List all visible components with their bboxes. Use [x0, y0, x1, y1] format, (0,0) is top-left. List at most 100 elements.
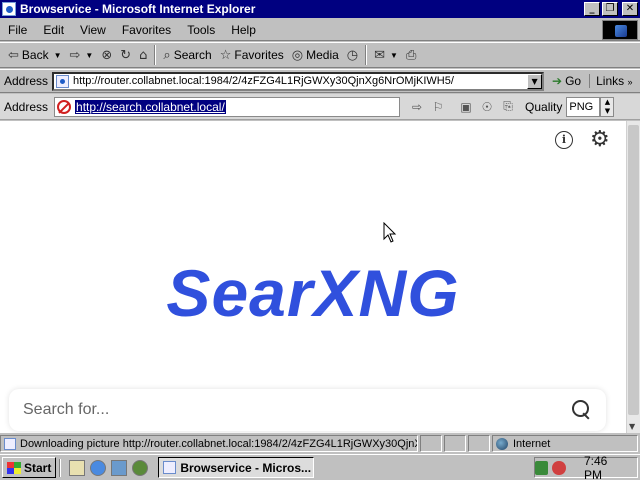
globe-icon	[496, 437, 508, 450]
navigate-go-button[interactable]: ⇨	[408, 98, 426, 116]
mail-icon: ✉	[374, 47, 386, 63]
menu-edit[interactable]: Edit	[35, 23, 72, 37]
title-bar: Browservice - Microsoft Internet Explore…	[0, 0, 640, 18]
back-label: Back	[21, 48, 49, 62]
ie-page-icon	[163, 461, 177, 474]
find-button[interactable]: ☉	[478, 98, 496, 116]
menu-view[interactable]: View	[72, 23, 114, 37]
start-label: Start	[24, 460, 52, 475]
clock[interactable]: 7:46 PM	[584, 454, 627, 480]
bookmark-button[interactable]: ⚐	[429, 98, 447, 116]
go-label: Go	[565, 74, 582, 88]
status-panel	[444, 435, 466, 452]
toolbar-separator	[365, 45, 368, 65]
outlook-quicklaunch-icon[interactable]	[111, 459, 128, 476]
gear-icon[interactable]: ⚙	[590, 129, 610, 151]
address-label: Address	[4, 74, 49, 88]
page-viewport[interactable]: i ⚙ SearXNG Search for...	[0, 121, 626, 433]
page-icon	[4, 437, 16, 450]
history-button[interactable]: ◷	[343, 44, 362, 66]
clipboard-button[interactable]: ⎘	[499, 98, 517, 116]
home-icon: ⌂	[139, 47, 148, 63]
mouse-cursor-icon	[383, 222, 397, 243]
search-input[interactable]: Search for...	[9, 389, 606, 431]
inner-address-input[interactable]: http://search.collabnet.local/	[54, 96, 401, 117]
status-panel	[468, 435, 490, 452]
media-button[interactable]: ◎ Media	[288, 44, 343, 66]
address-url: http://router.collabnet.local:1984/2/4zF…	[73, 75, 454, 87]
media-label: Media	[306, 48, 339, 62]
mail-button[interactable]: ✉ ▼	[370, 44, 402, 66]
print-icon: ⎙	[405, 47, 417, 63]
forward-button[interactable]: ⇨ ▼	[66, 44, 98, 66]
stop-button[interactable]: ⊗	[97, 44, 116, 66]
taskbar: Start Browservice - Micros... 7:46 PM	[0, 454, 640, 480]
quality-select[interactable]: PNG	[566, 96, 601, 117]
media-icon: ◎	[291, 47, 304, 63]
search-button[interactable]: ⌕ Search	[159, 44, 215, 66]
history-icon: ◷	[346, 47, 359, 63]
favorites-icon: ☆	[219, 47, 232, 63]
taskbar-window-button[interactable]: Browservice - Micros...	[158, 457, 315, 478]
address-input[interactable]: http://router.collabnet.local:1984/2/4zF…	[52, 71, 545, 91]
magnifier-icon[interactable]	[572, 400, 592, 420]
address-bar: Address http://router.collabnet.local:19…	[0, 69, 640, 93]
search-icon: ⌕	[163, 47, 171, 63]
menu-bar: File Edit View Favorites Tools Help	[0, 19, 640, 41]
taskbar-separator	[59, 458, 62, 477]
refresh-button[interactable]: ↻	[116, 44, 135, 66]
media-quicklaunch-icon[interactable]	[132, 459, 149, 476]
go-arrow-icon: ➔	[552, 74, 563, 88]
chevron-down-icon[interactable]: ▼	[85, 51, 93, 60]
insecure-icon	[57, 99, 72, 114]
menu-help[interactable]: Help	[223, 23, 264, 37]
status-bar: Downloading picture http://router.collab…	[0, 434, 640, 453]
print-button[interactable]: ⎙	[402, 44, 420, 66]
menu-favorites[interactable]: Favorites	[114, 23, 179, 37]
taskbar-window-label: Browservice - Micros...	[180, 460, 312, 475]
fullscreen-button[interactable]: ▣	[457, 98, 475, 116]
home-button[interactable]: ⌂	[135, 44, 151, 66]
address-dropdown-button[interactable]: ▼	[527, 73, 543, 89]
network-icon[interactable]	[534, 460, 549, 475]
quality-label: Quality	[525, 99, 563, 114]
chevron-down-icon[interactable]: ▼	[54, 51, 62, 60]
show-desktop-icon[interactable]	[69, 459, 86, 476]
restore-button[interactable]: ❐	[602, 2, 618, 16]
toolbar-separator	[154, 45, 157, 65]
start-button[interactable]: Start	[2, 457, 57, 478]
volume-icon[interactable]	[552, 460, 566, 475]
status-panel	[420, 435, 442, 452]
back-icon: ⇦	[8, 47, 19, 63]
ie-page-icon[interactable]	[2, 2, 16, 16]
ie-quicklaunch-icon[interactable]	[90, 459, 107, 476]
scrollbar-thumb[interactable]	[628, 125, 639, 415]
standard-toolbar: ⇦ Back ▼ ⇨ ▼ ⊗ ↻ ⌂ ⌕ Search ☆ Favorites …	[0, 42, 640, 68]
back-button[interactable]: ⇦ Back ▼	[4, 44, 66, 66]
favorites-label: Favorites	[234, 48, 284, 62]
chevron-down-icon[interactable]: ▼	[390, 51, 398, 60]
windows-flag-icon	[7, 461, 21, 474]
zone-label: Internet	[513, 437, 551, 450]
forward-icon: ⇨	[69, 47, 81, 63]
favorites-button[interactable]: ☆ Favorites	[216, 44, 288, 66]
page-icon	[56, 74, 70, 88]
menu-file[interactable]: File	[0, 23, 35, 37]
quality-spinner[interactable]: ▲ ▼	[600, 96, 615, 117]
windows-logo-icon	[602, 20, 638, 40]
window-title: Browservice - Microsoft Internet Explore…	[20, 2, 256, 16]
minimize-button[interactable]: _	[584, 2, 600, 16]
go-button[interactable]: ➔ Go	[552, 74, 581, 88]
links-button[interactable]: Links »	[589, 74, 632, 88]
close-button[interactable]: ✕	[622, 2, 638, 16]
info-icon[interactable]: i	[555, 131, 573, 149]
scroll-down-icon[interactable]: ▼	[629, 422, 635, 431]
search-placeholder: Search for...	[23, 401, 110, 418]
search-label: Search	[173, 48, 212, 62]
inner-address-url: http://search.collabnet.local/	[75, 99, 226, 114]
refresh-icon: ↻	[120, 47, 132, 63]
browservice-control-bar: Address http://search.collabnet.local/ ⇨…	[0, 94, 640, 120]
menu-tools[interactable]: Tools	[179, 23, 223, 37]
vertical-scrollbar[interactable]: ▼	[626, 121, 640, 433]
status-text-panel: Downloading picture http://router.collab…	[0, 435, 418, 452]
